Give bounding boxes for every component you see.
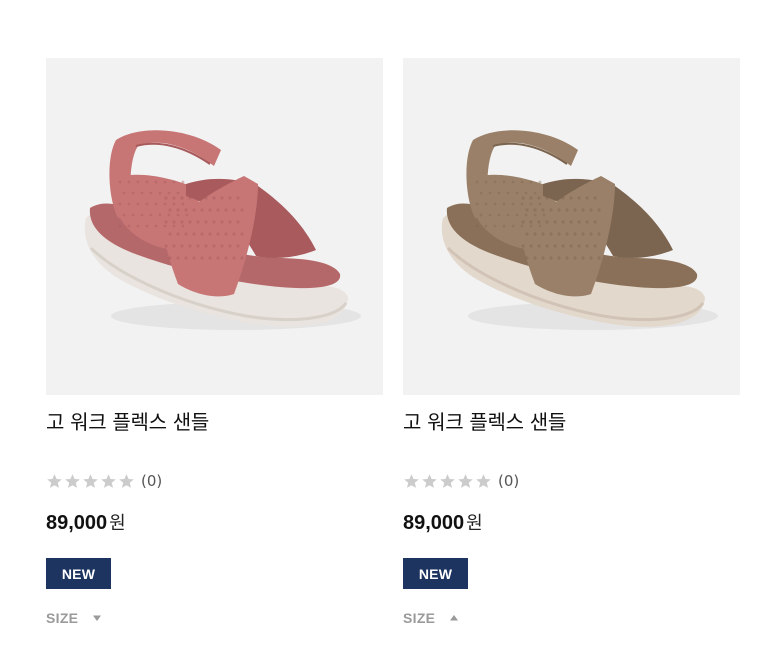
- price: 89,000 원: [403, 509, 483, 535]
- star-icon: [458, 473, 473, 488]
- size-toggle[interactable]: SIZE: [46, 610, 102, 626]
- price-currency: 원: [466, 513, 483, 534]
- star-icon: [65, 473, 80, 488]
- size-label: SIZE: [403, 610, 436, 626]
- product-name[interactable]: 고 워크 플렉스 샌들: [46, 406, 209, 435]
- star-icon: [119, 473, 134, 488]
- size-toggle[interactable]: SIZE: [403, 610, 459, 626]
- product-image[interactable]: [403, 58, 740, 395]
- star-icon: [47, 473, 62, 488]
- price: 89,000 원: [46, 509, 126, 535]
- rating: (0): [46, 471, 162, 491]
- price-amount: 89,000: [46, 512, 108, 534]
- sandal-image: [441, 130, 718, 330]
- caret-up-icon: [450, 615, 459, 621]
- new-badge: NEW: [403, 558, 468, 589]
- star-icon: [404, 473, 419, 488]
- size-label: SIZE: [46, 610, 79, 626]
- price-amount: 89,000: [403, 512, 465, 534]
- product-card[interactable]: 고 워크 플렉스 샌들 (0) 89,000 원 NEW SIZE: [403, 58, 740, 626]
- caret-down-icon: [93, 615, 102, 621]
- product-card[interactable]: 고 워크 플렉스 샌들 (0) 89,000 원 NEW SIZE: [46, 58, 383, 626]
- review-count: (0): [498, 472, 520, 490]
- sandal-image: [84, 130, 361, 330]
- product-image[interactable]: [46, 58, 383, 395]
- star-icon: [422, 473, 437, 488]
- rating: (0): [403, 471, 519, 491]
- rating-stars: [46, 473, 135, 490]
- product-name[interactable]: 고 워크 플렉스 샌들: [403, 406, 566, 435]
- new-badge: NEW: [46, 558, 111, 589]
- star-icon: [476, 473, 491, 488]
- price-currency: 원: [109, 513, 126, 534]
- star-icon: [101, 473, 116, 488]
- star-icon: [83, 473, 98, 488]
- review-count: (0): [141, 472, 163, 490]
- rating-stars: [403, 473, 492, 490]
- star-icon: [440, 473, 455, 488]
